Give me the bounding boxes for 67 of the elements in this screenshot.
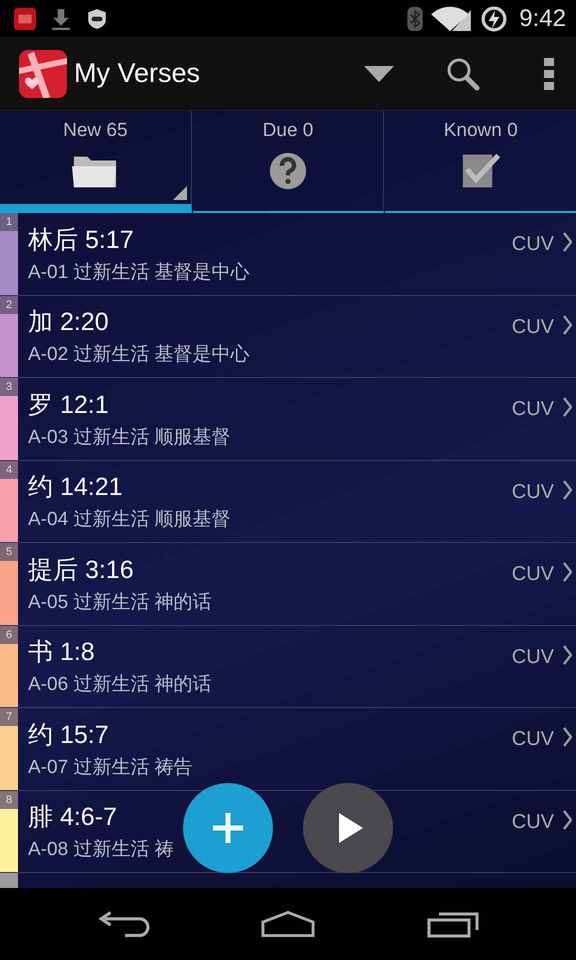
play-button[interactable] <box>303 783 393 873</box>
verse-reference: 提后 3:16 <box>28 554 135 586</box>
home-icon[interactable] <box>260 910 315 938</box>
wifi-icon <box>429 6 472 31</box>
verse-number: 1 <box>0 213 18 231</box>
verse-reference: 林后 5:17 <box>28 224 135 256</box>
bible-version: CUV <box>512 316 554 338</box>
chevron-icon <box>562 644 572 664</box>
verse-number: 7 <box>0 708 18 726</box>
verse-topic: A-06 过新生活 神的话 <box>28 673 213 698</box>
verse-row[interactable]: 6 书 1:8 A-06 过新生活 神的话 CUV <box>0 626 576 708</box>
dropdown-icon[interactable] <box>364 66 394 82</box>
verse-row[interactable]: 2 加 2:20 A-02 过新生活 基督是中心 CUV <box>0 296 576 378</box>
bible-version: CUV <box>512 810 554 834</box>
verse-topic: A-05 过新生活 神的话 <box>28 590 213 615</box>
bible-version: CUV <box>512 563 554 586</box>
app-title: My Verses <box>74 58 200 89</box>
chevron-icon <box>562 232 572 252</box>
verse-reference: 约 14:21 <box>28 472 124 504</box>
chevron-icon <box>562 397 572 417</box>
verse-number: 2 <box>0 296 18 314</box>
verse-topic: A-03 过新生活 顺服基督 <box>28 426 232 450</box>
verse-number: 6 <box>0 626 18 644</box>
verse-topic: A-02 过新生活 基督是中心 <box>28 343 251 368</box>
chevron-icon <box>562 562 572 582</box>
app-logo-icon[interactable] <box>19 50 67 98</box>
search-icon[interactable] <box>446 56 480 90</box>
verse-row[interactable]: 5 提后 3:16 A-05 过新生活 神的话 CUV <box>0 543 576 626</box>
bible-version: CUV <box>512 233 554 256</box>
tab[interactable]: New 65 <box>0 111 192 213</box>
corner-triangle-icon <box>172 186 187 200</box>
verse-number: 3 <box>0 378 18 396</box>
clock-time: 9:42 <box>519 4 566 32</box>
verse-row[interactable]: 3 罗 12:1 A-03 过新生活 顺服基督 CUV <box>0 378 576 460</box>
verse-number: 5 <box>0 543 18 561</box>
verse-topic: A-01 过新生活 基督是中心 <box>28 260 251 285</box>
more-options-icon[interactable] <box>544 58 554 90</box>
chevron-icon <box>562 810 572 830</box>
verse-reference: 罗 12:1 <box>28 390 110 421</box>
recent-apps-icon[interactable] <box>426 910 480 938</box>
verse-row[interactable]: 4 约 14:21 A-04 过新生活 顺服基督 CUV <box>0 460 576 543</box>
verse-reference: 约 15:7 <box>28 720 110 751</box>
bible-version: CUV <box>512 480 554 504</box>
verse-row[interactable]: 1 林后 5:17 A-01 过新生活 基督是中心 CUV <box>0 213 576 296</box>
app-notification-icon <box>14 8 36 30</box>
verse-reference: 腓 4:6-7 <box>28 802 118 834</box>
back-icon[interactable] <box>96 910 150 938</box>
download-icon <box>50 8 72 30</box>
verse-topic: A-04 过新生活 顺服基督 <box>28 508 232 532</box>
verse-number: 4 <box>0 460 18 478</box>
add-button[interactable] <box>183 783 273 873</box>
bluetooth-icon <box>407 6 424 30</box>
chevron-icon <box>562 480 572 500</box>
tab[interactable]: Known 0 <box>385 111 576 213</box>
battery-charging-icon <box>481 6 508 32</box>
verse-topic: A-07 过新生活 祷告 <box>28 756 194 780</box>
bible-version: CUV <box>512 728 554 751</box>
verse-number: 8 <box>0 790 18 808</box>
verse-reference: 书 1:8 <box>28 637 96 668</box>
verse-topic: A-08 过新生活 祷 <box>28 838 175 862</box>
tab[interactable]: Due 0 <box>192 111 384 213</box>
shield-icon <box>86 8 108 30</box>
chevron-icon <box>562 727 572 747</box>
bible-version: CUV <box>512 398 554 421</box>
chevron-icon <box>562 314 572 334</box>
bible-version: CUV <box>512 646 554 668</box>
verse-reference: 加 2:20 <box>28 307 110 338</box>
